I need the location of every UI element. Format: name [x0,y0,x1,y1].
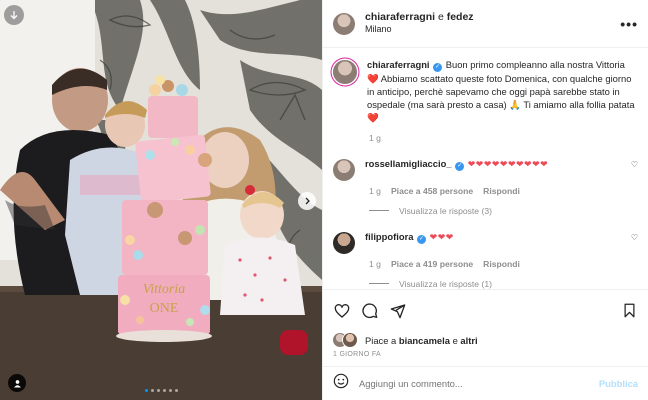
commenter-username[interactable]: filippofiora [365,231,413,242]
liker-avatar [343,333,357,347]
post-caption: chiaraferragni ✓ Buon primo compleanno a… [333,58,638,125]
coauthor-username[interactable]: fedez [447,11,474,23]
caption-username[interactable]: chiaraferragni [367,59,430,70]
comment-item: rossellamigliaccio_ ✓ ❤❤❤❤❤❤❤❤❤❤ ♡ 1 g P… [333,157,638,216]
share-icon [390,303,406,318]
liked-by-joiner: e [452,334,458,346]
reply-button[interactable]: Rispondi [483,259,520,269]
emoji-button[interactable] [333,373,349,394]
like-comment-heart-icon[interactable]: ♡ [631,233,638,242]
author-avatar[interactable] [333,12,355,35]
carousel-indicator [0,389,322,392]
comment-meta: 1 g Piace a 419 persone Rispondi [369,259,638,269]
carousel-dot [144,389,148,392]
comment-time[interactable]: 1 g [369,259,381,269]
comments-section[interactable]: chiaraferragni ✓ Buon primo compleanno a… [323,48,648,289]
comment-body: rossellamigliaccio_ ✓ ❤❤❤❤❤❤❤❤❤❤ [365,157,631,171]
liked-by-prefix: Piace a [365,334,397,346]
commenter-avatar[interactable] [333,231,355,254]
cake-topper-name: Vittoria [143,282,186,297]
replies-divider [369,210,389,212]
post-actions [323,289,648,331]
view-replies-button[interactable]: Visualizza le risposte (1) [369,279,638,289]
comment-time[interactable]: 1 g [369,186,381,196]
more-options-button[interactable]: ••• [620,16,638,32]
verified-icon: ✓ [455,161,465,171]
like-comment-heart-icon[interactable]: ♡ [631,160,638,169]
commenter-username[interactable]: rossellamigliaccio_ [365,158,452,169]
carousel-dot [156,389,160,392]
view-replies-label: Visualizza le risposte (1) [399,278,492,289]
bookmark-icon [624,303,634,318]
view-replies-label: Visualizza le risposte (3) [399,205,492,216]
cake-topper-age: ONE [150,301,179,316]
post-location[interactable]: Milano [365,24,620,35]
comment-meta: 1 g Piace a 458 persone Rispondi [369,186,638,196]
post-photo[interactable]: Vittoria ONE [0,0,322,400]
replies-divider [369,283,389,285]
post-details-pane: chiaraferragni e fedez Milano ••• chiara… [322,0,648,400]
chevron-right-icon [305,197,310,205]
carousel-dot [150,389,154,392]
publish-button[interactable]: Pubblica [599,378,638,389]
carousel-dot [162,389,166,392]
post-date[interactable]: 1 GIORNO FA [323,349,648,366]
person-icon [13,379,21,388]
comment-composer: Pubblica [323,366,648,400]
comment-likes[interactable]: Piace a 458 persone [391,186,473,196]
carousel-dot [174,389,178,392]
comment-icon [362,302,378,318]
commenter-avatar[interactable] [333,158,355,181]
verified-icon: ✓ [433,63,443,72]
comment-text: ❤❤❤❤❤❤❤❤❤❤ [467,158,549,169]
heart-icon [334,303,350,318]
comment-item: filippofiora ✓ ❤❤❤ ♡ 1 g Piace a 419 per… [333,230,638,289]
caption-body: chiaraferragni ✓ Buon primo compleanno a… [367,58,638,125]
save-button[interactable] [618,300,640,322]
share-button[interactable] [387,300,409,322]
carousel-dot [168,389,172,392]
next-photo-button[interactable] [298,192,316,210]
verified-icon: ✓ [417,234,427,244]
arrow-down-icon [10,11,18,20]
post-header: chiaraferragni e fedez Milano ••• [323,0,648,48]
comment-button[interactable] [359,300,381,322]
caption-avatar[interactable] [333,60,357,84]
coauthor-separator: e [437,11,444,24]
comment-likes[interactable]: Piace a 419 persone [391,259,473,269]
post-authors: chiaraferragni e fedez [365,11,620,24]
download-button[interactable] [4,5,24,25]
liked-by: Piace a biancamela e altri [323,331,648,349]
caption-timestamp[interactable]: 1 g [369,133,638,143]
like-button[interactable] [331,300,353,322]
post-modal: Vittoria ONE chiaraferragni e fedez Mila… [0,0,648,400]
emoji-icon [333,373,349,389]
view-replies-button[interactable]: Visualizza le risposte (3) [369,206,638,216]
comment-body: filippofiora ✓ ❤❤❤ [365,230,631,244]
liked-by-user[interactable]: biancamela [399,335,450,346]
family-birthday-photo: Vittoria ONE [0,0,322,400]
liked-by-others[interactable]: altri [460,335,477,346]
author-username[interactable]: chiaraferragni [365,11,435,23]
post-header-meta: chiaraferragni e fedez Milano [365,11,620,35]
comment-text: ❤❤❤ [429,231,454,242]
reply-button[interactable]: Rispondi [483,186,520,196]
comment-input[interactable] [359,378,599,389]
liker-avatars [333,333,357,347]
